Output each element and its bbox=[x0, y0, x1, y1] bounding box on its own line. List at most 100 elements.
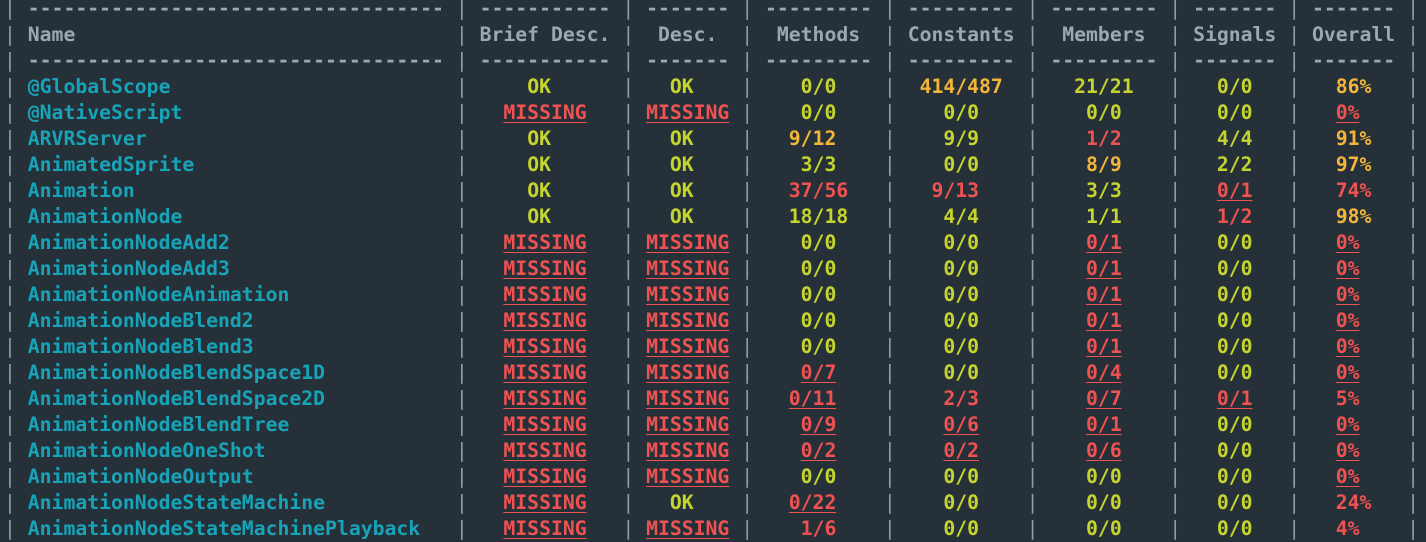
column-separator: | bbox=[455, 0, 468, 20]
column-separator: | bbox=[1026, 23, 1039, 46]
cell-overall: 24% bbox=[1335, 491, 1372, 514]
column-separator: | bbox=[4, 205, 16, 228]
column-separator: | bbox=[1288, 465, 1301, 488]
column-separator: | bbox=[1169, 491, 1182, 514]
column-separator: | bbox=[455, 23, 468, 46]
column-separator: | bbox=[741, 465, 754, 488]
dash-rule: --------- bbox=[907, 49, 1015, 72]
table-row: | ARVRServer | OK | OK | 9/12 | 9/9 | 1/… bbox=[4, 126, 1419, 152]
class-name: ARVRServer bbox=[27, 127, 147, 150]
column-separator: | bbox=[622, 0, 635, 20]
cell-methods: 0/0 bbox=[800, 309, 837, 332]
class-name: @NativeScript bbox=[27, 101, 183, 124]
cell-members: 0/0 bbox=[1086, 101, 1122, 124]
cell-members: 3/3 bbox=[1086, 179, 1122, 202]
cell-desc: OK bbox=[669, 491, 694, 514]
dash-rule: ----------- bbox=[479, 49, 611, 72]
table-row: | AnimationNodeAdd3 | MISSING | MISSING … bbox=[4, 256, 1419, 282]
cell-overall: 97% bbox=[1335, 153, 1372, 176]
table-row: | Animation | OK | OK | 37/56 | 9/13 | 3… bbox=[4, 178, 1419, 204]
cell-constants: 0/0 bbox=[943, 335, 980, 358]
column-separator: | bbox=[622, 309, 635, 332]
column-separator: | bbox=[1169, 153, 1182, 176]
column-separator: | bbox=[1169, 283, 1182, 306]
column-separator: | bbox=[1288, 101, 1301, 124]
column-separator: | bbox=[1288, 387, 1301, 410]
table-row: | AnimationNodeOutput | MISSING | MISSIN… bbox=[4, 464, 1419, 490]
column-separator: | bbox=[883, 0, 896, 20]
cell-members: 0/0 bbox=[1086, 491, 1122, 514]
cell-desc: MISSING bbox=[646, 439, 730, 462]
column-separator: | bbox=[741, 491, 754, 514]
cell-constants: 0/0 bbox=[943, 361, 980, 384]
cell-desc: OK bbox=[669, 127, 694, 150]
column-separator: | bbox=[883, 101, 896, 124]
cell-methods: 0/9 bbox=[800, 413, 837, 436]
column-separator: | bbox=[4, 387, 16, 410]
cell-constants: 414/487 bbox=[919, 75, 1003, 98]
column-separator: | bbox=[1288, 127, 1301, 150]
column-separator: | bbox=[4, 0, 16, 20]
column-separator: | bbox=[1407, 179, 1419, 202]
cell-members: 0/1 bbox=[1086, 309, 1122, 332]
cell-methods: 1/6 bbox=[800, 517, 837, 540]
column-separator: | bbox=[455, 309, 468, 332]
column-separator: | bbox=[455, 491, 468, 514]
cell-constants: 9/13 bbox=[931, 179, 980, 202]
column-separator: | bbox=[741, 413, 754, 436]
column-separator: | bbox=[4, 49, 16, 72]
column-separator: | bbox=[1169, 49, 1182, 72]
column-separator: | bbox=[1407, 439, 1419, 462]
cell-methods: 0/0 bbox=[800, 101, 837, 124]
column-separator: | bbox=[1026, 361, 1039, 384]
cell-members: 8/9 bbox=[1086, 153, 1122, 176]
terminal-output: | ----------------------------------- | … bbox=[4, 0, 1419, 542]
cell-members: 0/6 bbox=[1086, 439, 1122, 462]
column-separator: | bbox=[1407, 205, 1419, 228]
column-separator: | bbox=[4, 361, 16, 384]
class-name: AnimationNodeOneShot bbox=[27, 439, 266, 462]
cell-brief: MISSING bbox=[503, 257, 587, 280]
column-separator: | bbox=[1026, 0, 1039, 20]
cell-brief: OK bbox=[527, 127, 551, 150]
cell-overall: 86% bbox=[1335, 75, 1372, 98]
column-separator: | bbox=[622, 361, 635, 384]
column-separator: | bbox=[1288, 491, 1301, 514]
cell-members: 0/4 bbox=[1086, 361, 1122, 384]
separator-line: | ----------------------------------- | … bbox=[4, 0, 1419, 22]
cell-desc: MISSING bbox=[646, 413, 730, 436]
cell-signals: 0/0 bbox=[1216, 465, 1253, 488]
dash-rule: ----------- bbox=[479, 0, 611, 20]
table-row: | AnimationNodeBlend3 | MISSING | MISSIN… bbox=[4, 334, 1419, 360]
column-separator: | bbox=[622, 465, 635, 488]
column-separator: | bbox=[1407, 75, 1419, 98]
column-separator: | bbox=[622, 257, 635, 280]
cell-overall: 0% bbox=[1335, 257, 1360, 280]
cell-signals: 4/4 bbox=[1216, 127, 1253, 150]
column-separator: | bbox=[1407, 101, 1419, 124]
column-separator: | bbox=[1026, 101, 1039, 124]
column-separator: | bbox=[883, 153, 896, 176]
column-separator: | bbox=[1169, 231, 1182, 254]
class-name: AnimationNodeAdd3 bbox=[27, 257, 230, 280]
column-separator: | bbox=[1169, 101, 1182, 124]
column-separator: | bbox=[455, 179, 468, 202]
column-separator: | bbox=[741, 0, 754, 20]
column-separator: | bbox=[883, 413, 896, 436]
cell-members: 1/2 bbox=[1086, 127, 1122, 150]
column-separator: | bbox=[1026, 283, 1039, 306]
cell-brief: MISSING bbox=[503, 517, 587, 540]
column-separator: | bbox=[741, 517, 754, 540]
column-separator: | bbox=[1407, 127, 1419, 150]
column-separator: | bbox=[455, 257, 468, 280]
column-header-members: Members bbox=[1062, 23, 1146, 46]
column-separator: | bbox=[455, 387, 468, 410]
cell-overall: 74% bbox=[1335, 179, 1372, 202]
cell-methods: 0/7 bbox=[800, 361, 837, 384]
cell-constants: 0/2 bbox=[943, 439, 980, 462]
cell-desc: MISSING bbox=[646, 257, 730, 280]
cell-desc: MISSING bbox=[646, 361, 730, 384]
cell-methods: 0/11 bbox=[788, 387, 837, 410]
column-separator: | bbox=[1407, 0, 1419, 20]
cell-brief: MISSING bbox=[503, 413, 587, 436]
